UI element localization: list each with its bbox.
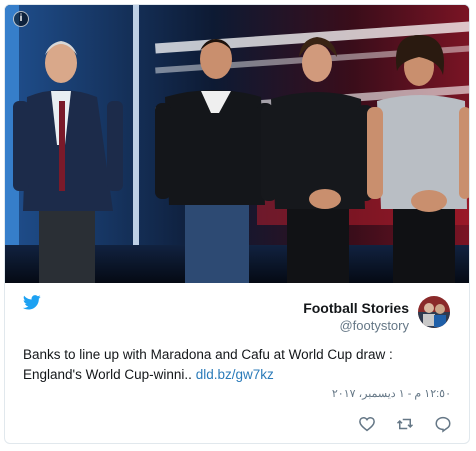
tweet-author[interactable]: Football Stories @footystory bbox=[303, 299, 409, 335]
author-handle[interactable]: @footystory bbox=[303, 317, 409, 335]
heart-icon[interactable] bbox=[358, 415, 376, 433]
tweet-link[interactable]: dld.bz/gw7kz bbox=[196, 367, 274, 382]
reply-icon[interactable] bbox=[434, 415, 452, 433]
tweet-photo[interactable]: i bbox=[5, 5, 469, 283]
author-name[interactable]: Football Stories bbox=[303, 299, 409, 317]
tweet-card: i Football Stories @footystory Banks to … bbox=[4, 4, 470, 444]
avatar[interactable] bbox=[418, 296, 450, 328]
tweet-timestamp[interactable]: ١٢:٥٠ م - ١ ديسمبر، ٢٠١٧ bbox=[332, 387, 451, 400]
twitter-bird-icon[interactable] bbox=[23, 295, 41, 310]
tweet-text: Banks to line up with Maradona and Cafu … bbox=[23, 345, 453, 385]
info-icon[interactable]: i bbox=[13, 11, 29, 27]
retweet-icon[interactable] bbox=[396, 415, 414, 433]
tweet-actions bbox=[358, 415, 458, 435]
